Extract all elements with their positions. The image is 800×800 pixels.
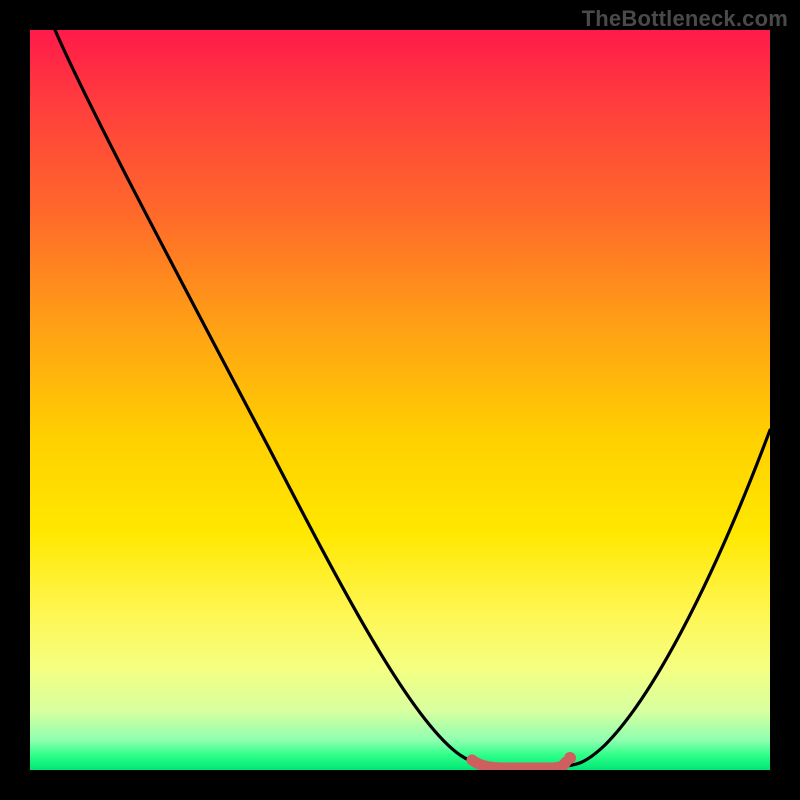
chart-frame: TheBottleneck.com xyxy=(0,0,800,800)
bottleneck-curve xyxy=(55,30,770,766)
optimal-range-end-dot xyxy=(564,752,576,764)
optimal-range-marker xyxy=(472,760,566,768)
attribution-text: TheBottleneck.com xyxy=(582,6,788,32)
plot-area xyxy=(30,30,770,770)
curve-svg xyxy=(30,30,770,770)
